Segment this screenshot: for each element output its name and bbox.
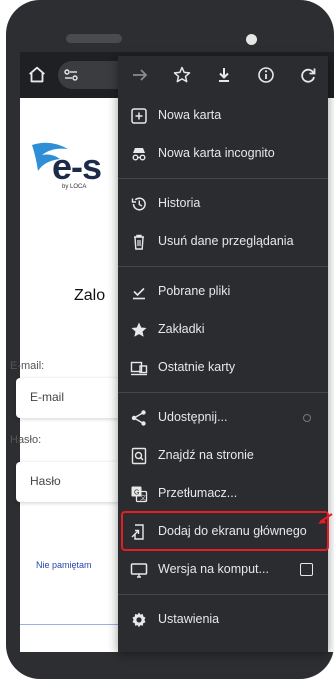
site-settings-icon[interactable] <box>64 69 78 81</box>
menu-separator <box>118 266 328 267</box>
pointer-arrow-icon <box>318 513 333 524</box>
page-divider <box>20 624 120 625</box>
forward-icon[interactable] <box>130 65 150 85</box>
menu-item-new-tab[interactable]: Nowa karta <box>118 98 328 134</box>
trash-icon <box>134 234 144 250</box>
menu-item-recent-tabs[interactable]: Ostatnie karty <box>118 350 328 386</box>
email-field[interactable]: E-mail <box>16 378 126 418</box>
menu-item-bookmarks[interactable]: Zakładki <box>118 312 328 348</box>
downloads-icon <box>133 287 145 300</box>
menu-item-label: Pobrane pliki <box>158 284 231 298</box>
menu-item-history[interactable]: Historia <box>118 186 328 222</box>
desktop-icon <box>130 563 148 578</box>
menu-action-bar <box>118 56 328 94</box>
forgot-password-link[interactable]: Nie pamiętam <box>36 560 92 570</box>
menu-item-clear-data[interactable]: Usuń dane przeglądania <box>118 224 328 260</box>
password-field[interactable]: Hasło <box>16 462 126 502</box>
password-label: Hasło: <box>10 434 42 446</box>
phone-speaker <box>66 34 122 43</box>
menu-item-label: Nowa karta <box>158 108 222 122</box>
page-heading: Zalo <box>74 287 106 304</box>
share-icon <box>131 410 146 426</box>
phone-camera <box>246 34 257 45</box>
download-icon[interactable] <box>214 65 234 85</box>
desktop-site-checkbox[interactable] <box>300 563 313 576</box>
menu-item-label: Usuń dane przeglądania <box>158 234 294 248</box>
menu-separator <box>118 392 328 393</box>
menu-item-desktop-site[interactable]: Wersja na komput... <box>118 552 328 588</box>
menu-item-incognito[interactable]: Nowa karta incognito <box>118 136 328 172</box>
menu-item-downloads[interactable]: Pobrane pliki <box>118 274 328 310</box>
svg-text:文: 文 <box>140 494 146 502</box>
history-icon <box>131 197 146 211</box>
incognito-icon <box>132 148 146 161</box>
bookmark-star-icon[interactable] <box>172 65 192 85</box>
menu-item-label: Wersja na komput... <box>158 562 269 576</box>
password-placeholder: Hasło <box>30 474 61 488</box>
star-icon <box>131 322 147 337</box>
menu-item-translate[interactable]: G 文 Przetłumacz... <box>118 476 328 512</box>
menu-item-label: Znajdź na stronie <box>158 448 254 462</box>
refresh-icon[interactable] <box>298 65 318 85</box>
svg-text:G: G <box>134 490 139 497</box>
menu-item-label: Historia <box>158 196 201 210</box>
menu-separator <box>118 594 328 595</box>
menu-item-label: Ostatnie karty <box>158 360 236 374</box>
logo-subtext: by LOCA <box>62 184 87 190</box>
logo-text: e-s <box>52 146 102 187</box>
new-tab-icon <box>131 108 147 124</box>
browser-overflow-menu: Nowa karta Nowa karta incognito Historia… <box>118 56 328 652</box>
recent-tabs-icon <box>130 361 148 376</box>
menu-item-label: Nowa karta incognito <box>158 146 275 160</box>
share-indicator-icon <box>303 414 311 422</box>
home-icon[interactable] <box>26 64 48 86</box>
menu-item-label: Udostępnij... <box>158 410 228 424</box>
menu-item-find[interactable]: Znajdź na stronie <box>118 438 328 474</box>
menu-item-settings[interactable]: Ustawienia <box>118 602 328 638</box>
menu-item-label: Ustawienia <box>158 612 220 626</box>
highlight-frame <box>121 511 329 551</box>
info-icon[interactable] <box>256 65 276 85</box>
menu-item-label: Przetłumacz... <box>158 486 238 500</box>
menu-separator <box>118 178 328 179</box>
find-icon <box>131 447 147 465</box>
menu-item-share[interactable]: Udostępnij... <box>118 400 328 436</box>
menu-item-label: Zakładki <box>158 322 205 336</box>
gear-icon <box>132 612 146 628</box>
translate-icon: G 文 <box>131 486 148 503</box>
email-placeholder: E-mail <box>30 390 65 404</box>
email-label: E-mail: <box>10 360 45 372</box>
